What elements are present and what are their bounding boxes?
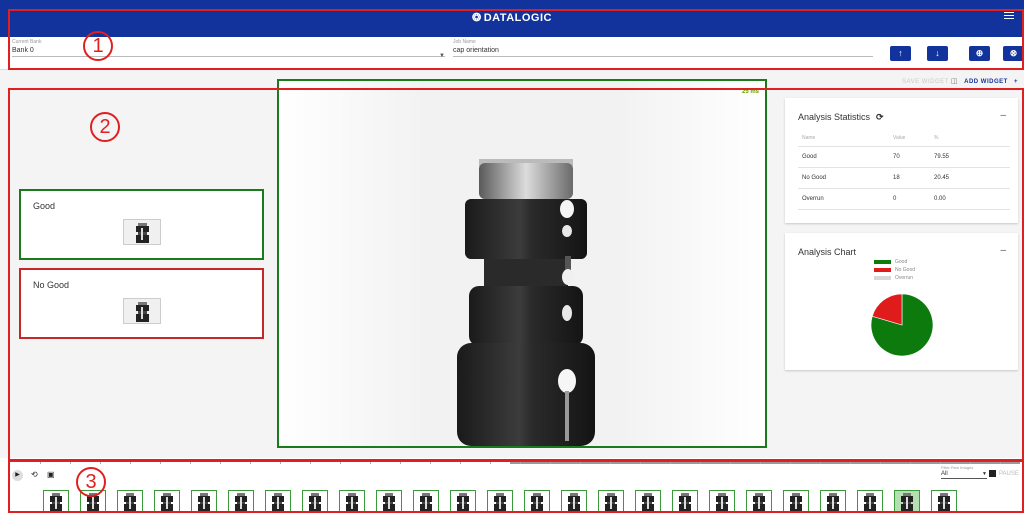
annotation-region-3 [8,460,1024,513]
annotation-marker-1: 1 [83,31,113,61]
widget-actions: SAVE WIDGET ◫ ADD WIDGET + [902,77,1018,85]
save-widget-button[interactable]: SAVE WIDGET [902,79,949,85]
annotation-region-2 [8,88,1024,461]
annotation-marker-2: 2 [90,112,120,142]
annotation-region-1 [8,9,1024,70]
save-icon[interactable]: ◫ [951,78,958,85]
app-window: ❂ DATALOGIC Current Bank Bank 0 ▼ Job Nam… [0,0,1024,513]
annotation-marker-3: 3 [76,467,106,497]
add-widget-button[interactable]: ADD WIDGET [964,79,1008,85]
plus-icon[interactable]: + [1014,79,1018,85]
